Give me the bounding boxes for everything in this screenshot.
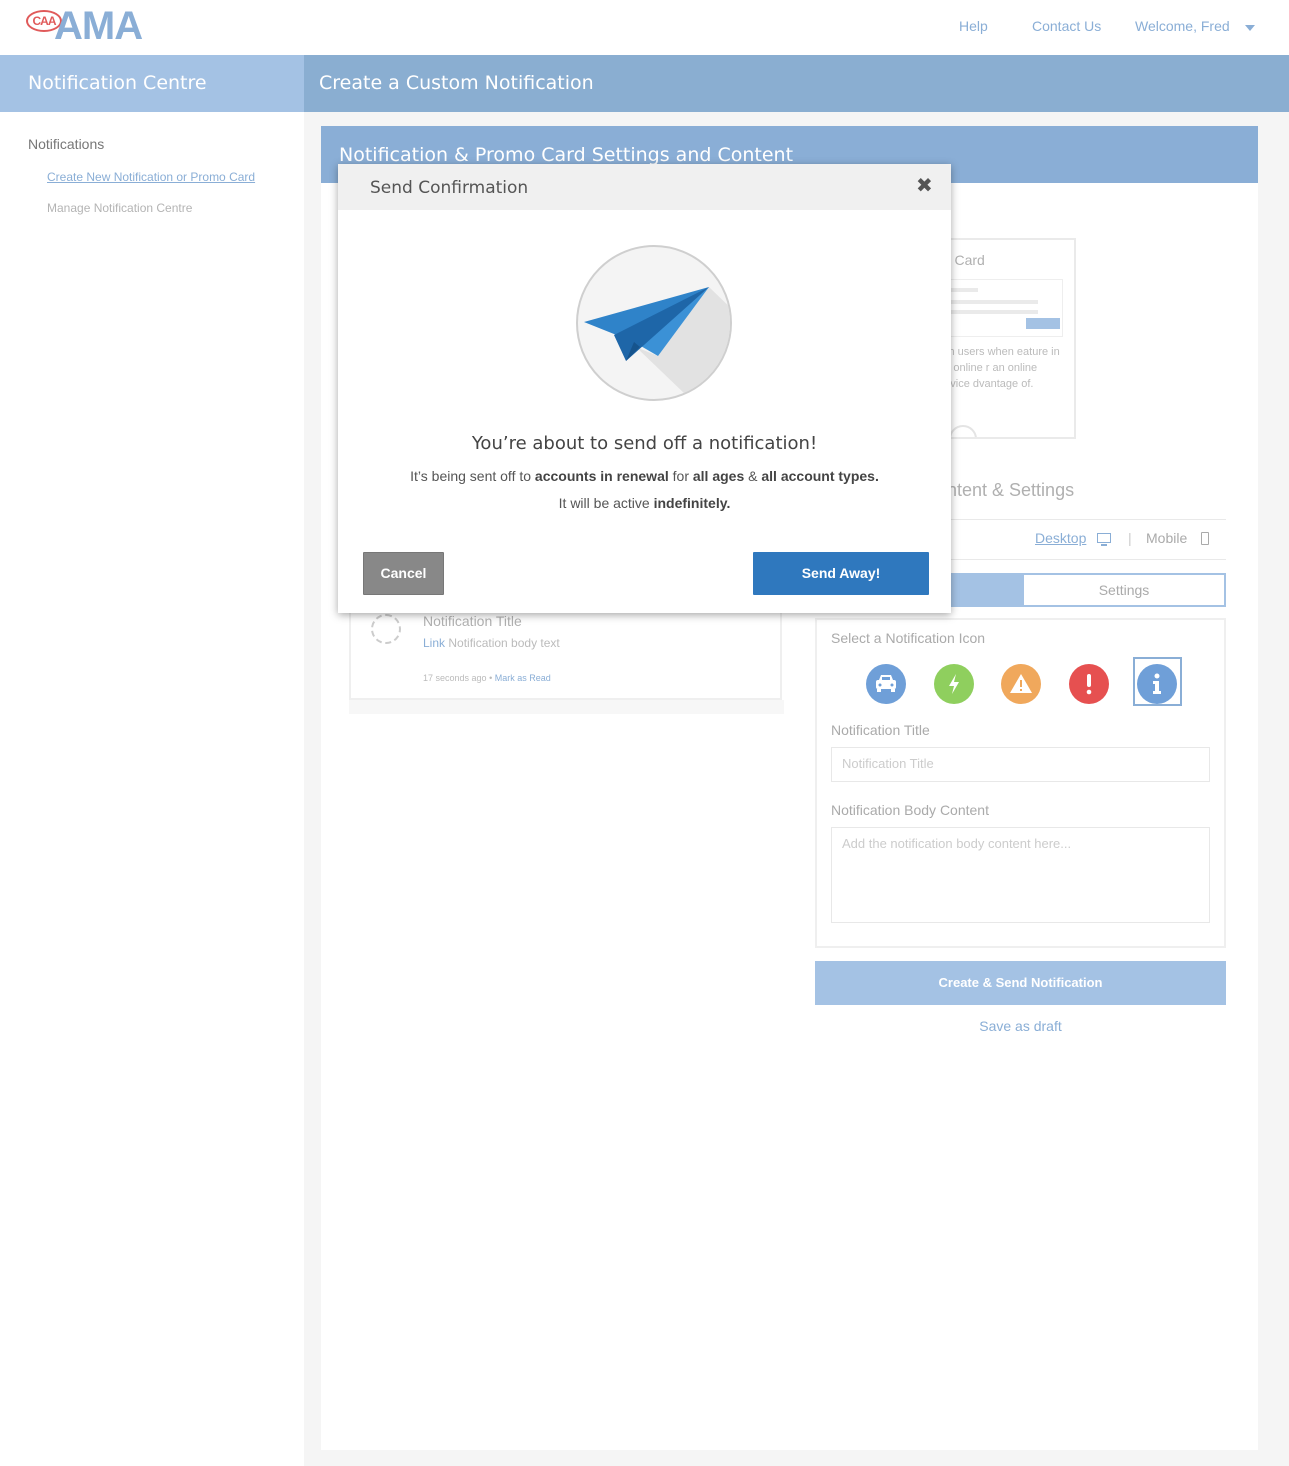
info-icon[interactable] — [1137, 664, 1177, 704]
tab-settings[interactable]: Settings — [1022, 573, 1226, 607]
promo-card-option[interactable]: no Card with users when eature in the on… — [931, 238, 1076, 439]
send-confirmation-modal: Send Confirmation ✖ You’re about to send… — [338, 164, 951, 613]
sidebar-title-bar: Notification Centre — [0, 55, 304, 112]
car-icon[interactable] — [866, 664, 906, 704]
save-draft-link[interactable]: Save as draft — [815, 1018, 1226, 1034]
paper-plane-icon — [576, 243, 736, 403]
page-title-bar: Create a Custom Notification — [304, 55, 1289, 112]
notification-preview: Notification Title Link Notification bod… — [349, 598, 782, 700]
modal-title: Send Confirmation — [370, 178, 529, 198]
promo-card-illustration — [941, 279, 1063, 337]
text-fragment: It will be active — [558, 495, 654, 511]
title-field-label: Notification Title — [831, 722, 930, 738]
cancel-button[interactable]: Cancel — [363, 552, 444, 595]
modal-audience-text: It’s being sent off to accounts in renew… — [338, 468, 951, 484]
promo-card-description: with users when eature in the online r a… — [935, 346, 1060, 390]
modal-headline: You’re about to send off a notification! — [471, 433, 818, 454]
preview-meta: 17 seconds ago • Mark as Read — [423, 673, 551, 683]
preview-link[interactable]: Link — [423, 636, 445, 650]
illustration-line — [942, 310, 1038, 314]
illustration-line — [942, 300, 1038, 304]
icon-select-label: Select a Notification Icon — [831, 630, 986, 646]
preview-title: Notification Title — [423, 613, 522, 629]
panel-title: Notification & Promo Card Settings and C… — [339, 144, 794, 166]
mobile-view-toggle[interactable]: Mobile — [1146, 530, 1187, 546]
close-icon[interactable]: ✖ — [916, 176, 933, 196]
help-link[interactable]: Help — [959, 18, 988, 34]
audience-account-types: all account types. — [761, 468, 879, 484]
monitor-icon[interactable] — [1097, 533, 1111, 546]
mark-as-read-link[interactable]: Mark as Read — [495, 673, 551, 683]
text-fragment: for — [668, 468, 693, 484]
warning-icon[interactable] — [1001, 664, 1041, 704]
ama-logo-text: AMA — [54, 4, 143, 48]
send-away-button[interactable]: Send Away! — [753, 552, 929, 595]
modal-header: Send Confirmation ✖ — [338, 164, 951, 210]
sidebar-item-manage[interactable]: Manage Notification Centre — [47, 201, 192, 215]
duration-value: indefinitely. — [653, 495, 731, 511]
notification-title-input[interactable]: Notification Title — [831, 747, 1210, 782]
ama-logo[interactable]: CAA AMA — [26, 4, 166, 48]
sidebar-heading: Notifications — [28, 136, 105, 152]
contact-us-link[interactable]: Contact Us — [1032, 18, 1101, 34]
illustration-button — [1026, 318, 1060, 329]
phone-icon[interactable] — [1201, 532, 1209, 545]
view-separator: | — [1128, 530, 1132, 546]
desktop-view-toggle[interactable]: Desktop — [1035, 530, 1086, 546]
top-header: CAA AMA Help Contact Us Welcome, Fred — [0, 0, 1289, 55]
text-fragment: It’s being sent off to — [410, 468, 535, 484]
sidebar-item-create[interactable]: Create New Notification or Promo Card — [47, 170, 255, 184]
sidebar: Notifications Create New Notification or… — [0, 112, 304, 1466]
body-field-label: Notification Body Content — [831, 802, 989, 818]
preview-timestamp: 17 seconds ago — [423, 673, 487, 683]
page-title: Create a Custom Notification — [319, 72, 594, 94]
meta-bullet: • — [489, 673, 493, 683]
text-fragment: & — [744, 468, 762, 484]
preview-shadow — [349, 700, 784, 714]
user-menu[interactable]: Welcome, Fred — [1135, 18, 1230, 34]
notification-body-input[interactable]: Add the notification body content here..… — [831, 827, 1210, 923]
preview-body: Link Notification body text — [423, 636, 560, 650]
lightning-icon[interactable] — [934, 664, 974, 704]
sidebar-title: Notification Centre — [28, 72, 207, 94]
section-title: ntent & Settings — [947, 480, 1075, 500]
notification-form: Select a Notification Icon Notification … — [815, 618, 1226, 948]
alert-icon[interactable] — [1069, 664, 1109, 704]
create-send-button[interactable]: Create & Send Notification — [815, 961, 1226, 1005]
audience-ages: all ages — [692, 468, 745, 484]
notification-icon-placeholder — [371, 614, 401, 644]
preview-body-text: Notification body text — [448, 636, 560, 650]
promo-card-radio[interactable] — [949, 425, 977, 437]
audience-accounts: accounts in renewal — [534, 468, 669, 484]
chevron-down-icon[interactable] — [1245, 25, 1255, 31]
modal-duration-text: It will be active indefinitely. — [338, 495, 951, 511]
